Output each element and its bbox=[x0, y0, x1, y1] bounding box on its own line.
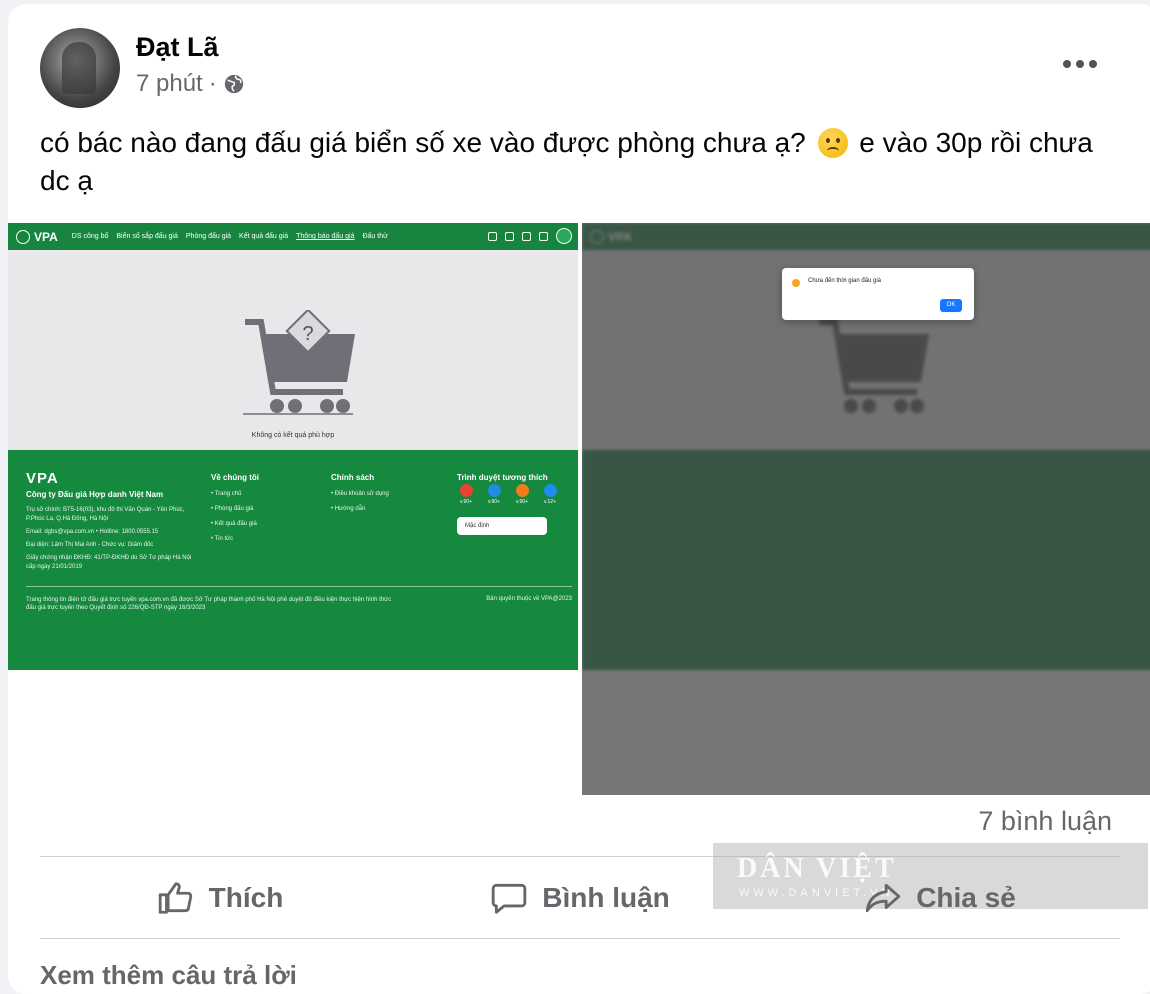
author-name[interactable]: Đạt Lã bbox=[136, 32, 219, 63]
dialog-ok-button[interactable]: OK bbox=[940, 299, 962, 312]
vpa-nav-links: DS công bố Biển số sắp đấu giá Phòng đấu g… bbox=[72, 233, 388, 240]
more-replies-link[interactable]: Xem thêm câu trả lời bbox=[40, 960, 297, 991]
empty-message: Không có kết quả phù hợp bbox=[251, 432, 335, 439]
vpa-nav-link: Phòng đấu giá bbox=[185, 233, 232, 240]
user-icon bbox=[556, 228, 572, 244]
post-text: có bác nào đang đấu giá biển số xe vào đ… bbox=[40, 124, 1130, 200]
vpa-nav-link: Thông báo đấu giá bbox=[296, 233, 355, 240]
browser-icon bbox=[459, 484, 473, 497]
gavel-icon bbox=[505, 231, 514, 241]
comment-button[interactable]: Bình luận bbox=[400, 858, 760, 938]
vpa-nav-link: Biển số sắp đấu giá bbox=[116, 233, 178, 240]
browser-item: v.12+ bbox=[541, 484, 559, 505]
warning-icon bbox=[792, 279, 800, 287]
footer-copyright: Bản quyền thuộc về VPA@2023 bbox=[486, 596, 572, 602]
browser-item: v.90+ bbox=[513, 484, 531, 505]
comment-count[interactable]: 7 bình luận bbox=[978, 806, 1112, 837]
empty-cart-icon: ? bbox=[243, 310, 355, 415]
browser-icon bbox=[487, 484, 501, 497]
avatar[interactable] bbox=[40, 28, 120, 108]
divider bbox=[40, 938, 1120, 939]
vpa-nav-link: Đấu thử bbox=[362, 233, 388, 240]
browser-list: v.90+ v.90+ v.90+ v.12+ bbox=[457, 484, 559, 505]
browser-item: v.90+ bbox=[485, 484, 503, 505]
footer-legal: Trang thông tin điện tử đấu giá trực tuy… bbox=[26, 597, 392, 611]
footer-logo: VPA bbox=[26, 470, 59, 487]
vpa-nav-link: DS công bố bbox=[71, 233, 109, 240]
alert-dialog: Chưa đến thời gian đấu giá OK bbox=[782, 268, 974, 320]
meta-separator: · bbox=[208, 70, 217, 97]
dialog-message: Chưa đến thời gian đấu giá bbox=[808, 278, 882, 284]
cart-icon bbox=[488, 231, 497, 241]
share-icon bbox=[865, 883, 901, 913]
browser-icon bbox=[515, 484, 529, 497]
flag-icon bbox=[539, 231, 548, 241]
vpa-logo: VPA bbox=[16, 229, 58, 244]
svg-text:?: ? bbox=[302, 323, 313, 345]
frowning-face-icon bbox=[817, 128, 848, 158]
vpa-nav-link: Kết quả đấu giá bbox=[239, 233, 289, 240]
footer-about: Về chúng tôi • Trang chủ • Phòng đấu giá… bbox=[211, 473, 259, 542]
footer-policy: Chính sách • Điều khoản sử dụng • Hướng … bbox=[331, 473, 389, 512]
browser-item: v.90+ bbox=[457, 484, 475, 505]
post-time[interactable]: 7 phút bbox=[136, 70, 203, 98]
attached-photo-1[interactable]: VPA DS công bố Biển số sắp đấu giá Phòng đ… bbox=[8, 223, 578, 795]
bell-icon bbox=[522, 231, 531, 241]
footer-company: Công ty Đấu giá Hợp danh Việt Nam bbox=[26, 490, 164, 499]
footer-info: Trụ sở chính: BT5-16(03), khu đô thị Văn… bbox=[26, 507, 192, 570]
vpa-navbar: VPA DS công bố Biển số sắp đấu giá Phòng đ… bbox=[8, 223, 578, 250]
empty-state-area: ? Không có kết quả phù hợp bbox=[8, 250, 578, 450]
comment-icon bbox=[491, 883, 527, 914]
share-button[interactable]: Chia sẻ bbox=[760, 858, 1120, 938]
globe-icon bbox=[224, 74, 243, 94]
post-actions: Thích Bình luận Chia sẻ bbox=[40, 858, 1120, 938]
attached-photo-2[interactable]: VPA Chưa đến thời gian đấu giá OK bbox=[582, 223, 1150, 795]
browser-icon bbox=[543, 484, 557, 497]
language-select: Mặc định bbox=[457, 517, 547, 535]
like-button[interactable]: Thích bbox=[40, 858, 400, 938]
thumbs-up-icon bbox=[158, 882, 192, 914]
more-options-icon[interactable] bbox=[1060, 52, 1100, 76]
post-text-part1: có bác nào đang đấu giá biển số xe vào đ… bbox=[40, 127, 806, 158]
post-meta: 7 phút · bbox=[136, 70, 245, 98]
vpa-footer: VPA Công ty Đấu giá Hợp danh Việt Nam Tr… bbox=[8, 450, 578, 670]
vpa-nav-icons bbox=[488, 228, 572, 244]
